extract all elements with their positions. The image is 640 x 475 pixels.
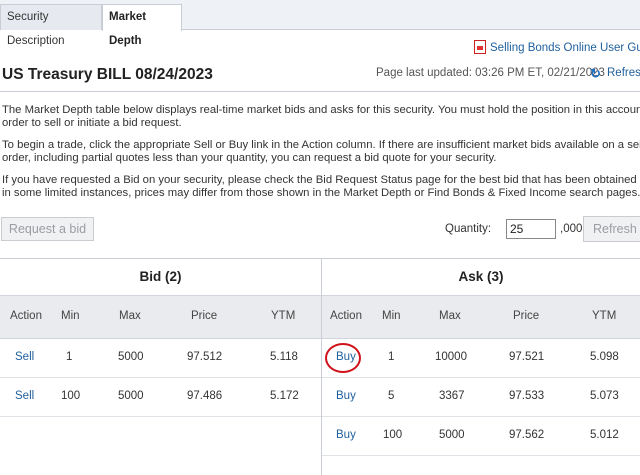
buy-link[interactable]: Buy: [336, 390, 356, 402]
ask-title: Ask (3): [458, 269, 504, 284]
min-value: 5: [388, 390, 395, 402]
bid-request-paragraph: If you have requested a Bid on your secu…: [2, 174, 640, 199]
max-value: 10000: [435, 351, 467, 363]
refresh-button[interactable]: Refresh: [583, 216, 640, 242]
table-row: Buy 1 10000 97.521 5.098: [322, 339, 640, 378]
price-value: 97.533: [509, 390, 545, 402]
tab-market-depth[interactable]: Market Depth: [102, 4, 182, 47]
min-value: 1: [388, 351, 395, 363]
min-value: 100: [61, 390, 81, 402]
bid-panel: Bid (2) Action Min Max Price YTM Sell 1 …: [0, 259, 322, 475]
col-max: Max: [119, 310, 141, 322]
user-guide-link[interactable]: Selling Bonds Online User Guide: [474, 40, 640, 54]
max-value: 5000: [118, 390, 144, 402]
price-value: 97.521: [509, 351, 545, 363]
quantity-suffix: ,000: [560, 223, 583, 235]
col-action: Action: [330, 310, 362, 322]
intro-paragraph: The Market Depth table below displays re…: [2, 104, 640, 129]
max-value: 5000: [118, 351, 144, 363]
col-action: Action: [10, 310, 42, 322]
tab-bar: Security Description Market Depth: [0, 0, 640, 47]
table-row: Sell 1 5000 97.512 5.118: [0, 339, 321, 378]
ytm-value: 5.118: [270, 351, 298, 363]
ytm-value: 5.098: [590, 351, 619, 363]
refresh-icon[interactable]: ↻: [590, 66, 601, 82]
min-value: 1: [66, 351, 73, 363]
bid-title: Bid (2): [139, 269, 182, 284]
col-ytm: YTM: [592, 310, 617, 322]
pdf-icon: [474, 40, 486, 54]
ytm-value: 5.172: [270, 390, 299, 402]
market-depth-table: Bid (2) Action Min Max Price YTM Sell 1 …: [0, 258, 640, 475]
col-ytm: YTM: [271, 310, 296, 322]
col-price: Price: [191, 310, 218, 322]
user-guide-label: Selling Bonds Online User Guide: [490, 42, 640, 54]
price-value: 97.486: [187, 390, 223, 402]
page-title: US Treasury BILL 08/24/2023: [2, 66, 213, 83]
sell-link[interactable]: Sell: [15, 390, 34, 402]
quantity-label: Quantity:: [445, 223, 492, 235]
quantity-input[interactable]: [506, 219, 556, 239]
ytm-value: 5.012: [590, 429, 619, 441]
table-row: Buy 100 5000 97.562 5.012: [322, 417, 640, 456]
title-divider: [0, 91, 640, 92]
ask-panel: Ask (3) Action Min Max Price YTM Buy 1 1…: [322, 259, 640, 475]
min-value: 100: [383, 429, 403, 441]
request-bid-button[interactable]: Request a bid: [1, 217, 94, 241]
max-value: 3367: [439, 390, 465, 402]
price-value: 97.562: [509, 429, 545, 441]
buy-link[interactable]: Buy: [336, 351, 356, 363]
col-max: Max: [439, 310, 461, 322]
col-price: Price: [513, 310, 540, 322]
tab-security-description[interactable]: Security Description: [0, 4, 102, 47]
ytm-value: 5.073: [590, 390, 619, 402]
buy-link[interactable]: Buy: [336, 429, 356, 441]
table-row: Buy 5 3367 97.533 5.073: [322, 378, 640, 417]
table-row: Sell 100 5000 97.486 5.172: [0, 378, 321, 417]
col-min: Min: [61, 310, 80, 322]
last-updated-text: Page last updated: 03:26 PM ET, 02/21/20…: [376, 67, 605, 79]
refresh-link[interactable]: Refresh: [607, 67, 640, 79]
bid-header-row: Action Min Max Price YTM: [0, 295, 321, 339]
price-value: 97.512: [187, 351, 223, 363]
sell-link[interactable]: Sell: [15, 351, 34, 363]
max-value: 5000: [439, 429, 465, 441]
ask-header-row: Action Min Max Price YTM: [322, 295, 640, 339]
instructions-paragraph: To begin a trade, click the appropriate …: [2, 139, 640, 164]
col-min: Min: [382, 310, 401, 322]
